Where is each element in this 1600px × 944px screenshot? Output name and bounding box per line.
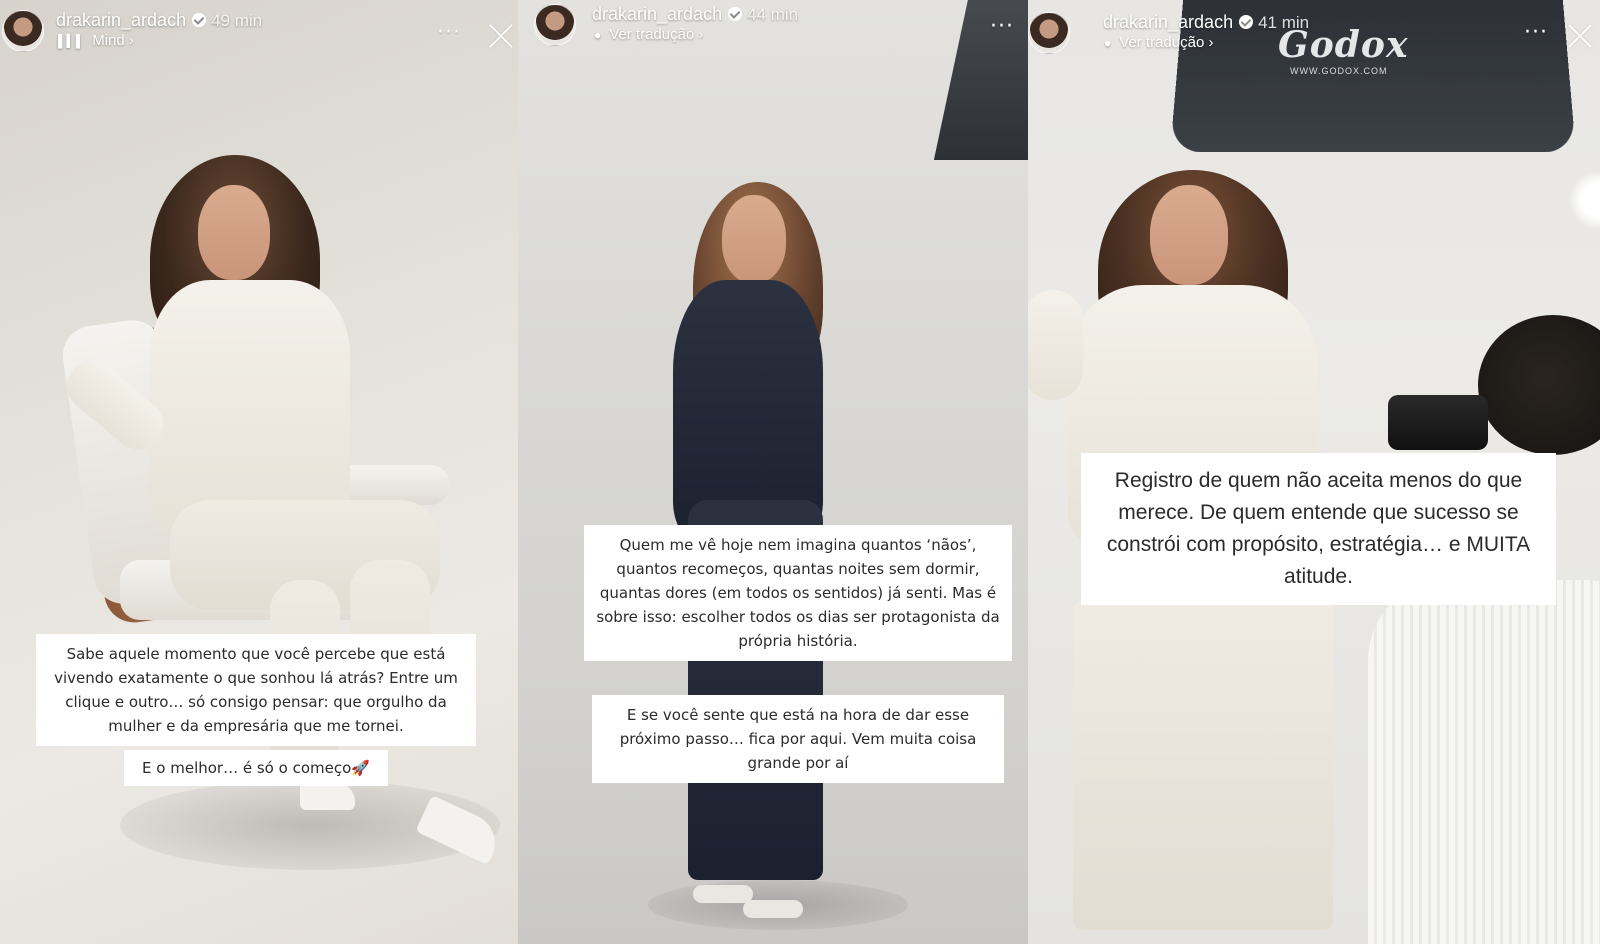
translate-icon: ● — [594, 28, 602, 42]
person-pants — [1073, 600, 1333, 930]
chevron-right-icon: › — [698, 26, 704, 43]
photographer-shirt — [1368, 580, 1600, 944]
verified-badge-icon — [192, 13, 207, 27]
story-caption: Quem me vê hoje nem imagina quantos ‘não… — [584, 525, 1012, 661]
story-panel-3[interactable]: Godox WWW.GODOX.COM drakarin_ardach 41 mi… — [1028, 0, 1600, 944]
chevron-right-icon: › — [128, 32, 134, 49]
close-icon[interactable] — [487, 22, 515, 50]
story-caption: E o melhor… é só o começo🚀 — [124, 750, 388, 786]
username[interactable]: drakarin_ardach 44 min — [592, 4, 798, 25]
music-bars-icon: ▌▍▌ — [58, 34, 85, 48]
story-panel-2[interactable]: drakarin_ardach 44 min ● Ver tradução › ··… — [518, 0, 1028, 944]
story-caption: Registro de quem não aceita menos do que… — [1081, 453, 1556, 605]
story-caption: E se você sente que está na hora de dar … — [592, 695, 1004, 783]
username[interactable]: drakarin_ardach 41 min — [1103, 12, 1309, 33]
camera — [1388, 395, 1488, 450]
more-options-icon[interactable]: ··· — [990, 16, 1014, 38]
story-panel-1[interactable]: drakarin_ardach 49 min ▌▍▌ Mind › ··· Sabe… — [0, 0, 518, 944]
translate-icon: ● — [1104, 36, 1112, 50]
more-options-icon[interactable]: ··· — [1524, 22, 1548, 44]
avatar[interactable] — [2, 10, 44, 52]
verified-badge-icon — [728, 7, 743, 21]
photographer-hair — [1478, 315, 1600, 455]
post-time: 44 min — [747, 5, 799, 24]
avatar[interactable] — [534, 4, 576, 46]
person-blazer — [150, 280, 350, 530]
more-options-icon[interactable]: ··· — [437, 22, 461, 44]
audio-link[interactable]: ▌▍▌ Mind › — [58, 32, 134, 49]
person-face — [198, 185, 270, 280]
verified-badge-icon — [1239, 15, 1254, 29]
post-time: 49 min — [211, 11, 263, 30]
person-face — [722, 195, 786, 283]
username[interactable]: drakarin_ardach 49 min — [56, 10, 262, 31]
person-face — [1150, 185, 1228, 285]
post-time: 41 min — [1258, 13, 1310, 32]
shoe — [300, 782, 355, 810]
chevron-right-icon: › — [1208, 34, 1214, 51]
story-header: drakarin_ardach 49 min ▌▍▌ Mind › ··· — [0, 6, 518, 54]
close-icon[interactable] — [1566, 22, 1594, 50]
translate-link[interactable]: ● Ver tradução › — [594, 26, 703, 43]
studio-light-flare — [1568, 170, 1600, 230]
translate-link[interactable]: ● Ver tradução › — [1104, 34, 1213, 51]
story-caption: Sabe aquele momento que você percebe que… — [36, 634, 476, 746]
shoe — [743, 900, 803, 918]
story-header: drakarin_ardach 44 min ● Ver tradução › ··… — [518, 4, 1028, 54]
shoe — [693, 885, 753, 903]
story-header: drakarin_ardach 41 min ● Ver tradução › ··… — [1028, 6, 1600, 54]
avatar[interactable] — [1028, 12, 1070, 54]
godox-url: WWW.GODOX.COM — [1290, 66, 1388, 76]
